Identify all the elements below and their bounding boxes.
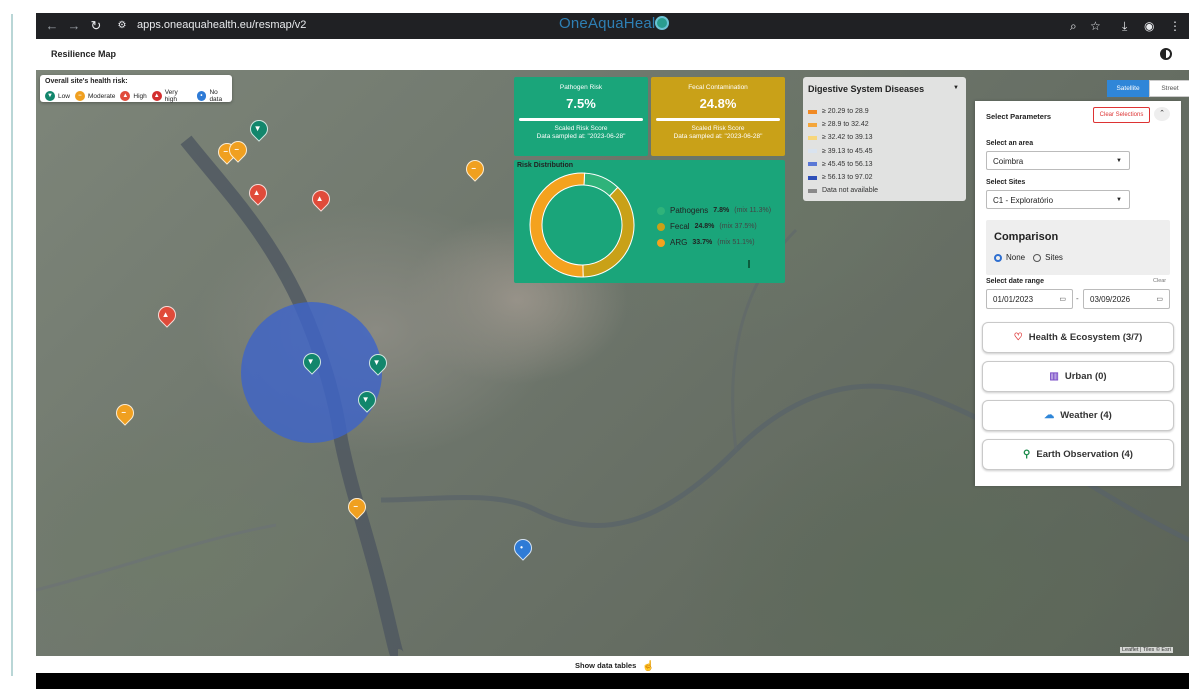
no-data-icon: • [196, 91, 207, 101]
choropleth-row: ≥ 39.13 to 45.45 [808, 145, 878, 158]
donut-slice-arg[interactable] [529, 172, 586, 278]
page-left-rule [11, 14, 13, 676]
area-select[interactable]: Coimbra ▼ [986, 151, 1130, 170]
street-button[interactable]: Street [1149, 80, 1189, 97]
category-urban-button[interactable]: ▥ Urban (0) [982, 361, 1174, 392]
parameters-panel: Select Parameters Clear Selections ⌃ Sel… [975, 101, 1181, 486]
category-earth-observation-button[interactable]: ⚲ Earth Observation (4) [982, 439, 1174, 470]
chevron-up-icon: ⌃ [1159, 110, 1165, 117]
distribution-legend: Pathogens 7.8% (mix 11.3%) Fecal 24.8% (… [657, 206, 771, 254]
date-from-input[interactable]: 01/01/2023 ▭ [986, 289, 1073, 309]
donut-slice-fecal[interactable] [582, 186, 635, 278]
reload-icon[interactable]: ↻ [88, 18, 104, 34]
card-progress-bar [519, 118, 643, 121]
map-attribution[interactable]: Leaflet | Tiles © Esri [1120, 647, 1173, 653]
distribution-row-pathogens: Pathogens 7.8% (mix 11.3%) [657, 206, 771, 215]
card-value: 7.5% [566, 96, 596, 111]
brand-logo-text: OneAquaHealth [559, 15, 669, 32]
card-progress-bar [656, 118, 780, 121]
very-high-risk-icon: ▲ [151, 91, 162, 101]
fecal-contamination-card[interactable]: Fecal Contamination 24.8% Scaled Risk Sc… [651, 77, 785, 156]
date-to-input[interactable]: 03/09/2026 ▭ [1083, 289, 1170, 309]
comparison-title: Comparison [994, 231, 1059, 243]
legend-title: Overall site's health risk: [45, 78, 128, 85]
distribution-title: Risk Distribution [517, 162, 574, 169]
comparison-sites-radio[interactable]: Sites [1033, 253, 1063, 262]
chevron-down-icon[interactable]: ▼ [953, 85, 959, 91]
choropleth-title: Digestive System Diseases [808, 84, 925, 94]
browser-menu-icon[interactable]: ⋮ [1169, 18, 1181, 34]
collapse-panel-button[interactable]: ⌃ [1154, 107, 1170, 121]
chevron-down-icon: ▼ [1116, 197, 1122, 203]
legend-item-no-data: • No data [196, 89, 232, 103]
page-title: Resilience Map [51, 49, 117, 59]
basemap-switcher: Satellite Street [1107, 80, 1189, 97]
card-sampled-date: Data sampled at: "2023-06-28" [536, 133, 626, 140]
card-title: Pathogen Risk [559, 84, 603, 91]
site-settings-icon[interactable]: ⚙ [114, 18, 130, 34]
satellite-button[interactable]: Satellite [1107, 80, 1149, 97]
choropleth-row: ≥ 28.9 to 32.42 [808, 118, 878, 131]
choropleth-legend[interactable]: Digestive System Diseases ▼ ≥ 20.29 to 2… [803, 77, 966, 201]
browser-toolbar: ← → ↻ ⚙ apps.oneaquahealth.eu/resmap/v2 … [36, 13, 1189, 39]
card-value: 24.8% [699, 96, 737, 111]
legend-item-moderate: − Moderate [74, 91, 115, 101]
legend-item-high: ▲ High [120, 91, 147, 101]
bottom-black-bar [36, 673, 1189, 689]
back-arrow-icon[interactable]: ← [44, 18, 60, 34]
legend-item-low: ▼ Low [45, 91, 70, 101]
moderate-risk-icon: − [74, 91, 85, 101]
download-icon[interactable]: ⤓ [1122, 18, 1127, 34]
risk-donut-chart [529, 172, 635, 278]
profile-icon[interactable]: ◉ [1144, 18, 1154, 34]
bookmark-star-icon[interactable]: ☆ [1090, 18, 1101, 34]
card-subtitle: Scaled Risk Score [691, 125, 745, 132]
high-risk-icon: ▲ [120, 91, 131, 101]
satellite-icon: ⚲ [1023, 449, 1031, 460]
card-subtitle: Scaled Risk Score [554, 125, 608, 132]
choropleth-row: ≥ 56.13 to 97.02 [808, 171, 878, 184]
choropleth-row: Data not available [808, 184, 878, 197]
distribution-row-fecal: Fecal 24.8% (mix 37.5%) [657, 222, 771, 231]
choropleth-row: ≥ 32.42 to 39.13 [808, 131, 878, 144]
forward-arrow-icon[interactable]: → [66, 18, 82, 34]
brand-logo-icon [655, 16, 669, 30]
card-sampled-date: Data sampled at: "2023-06-28" [673, 133, 763, 140]
choropleth-row: ≥ 45.45 to 56.13 [808, 158, 878, 171]
date-clear-link[interactable]: Clear [1153, 278, 1166, 284]
choropleth-row: ≥ 20.29 to 28.9 [808, 105, 878, 118]
zoom-icon[interactable]: ⌕ [1070, 18, 1077, 34]
pathogen-risk-card[interactable]: Pathogen Risk 7.5% Scaled Risk Score Dat… [514, 77, 648, 156]
map-canvas[interactable]: ▼ − − − ▲ ▲ ▲ ▼ ▼ ▼ − − • Overall site's… [36, 70, 1189, 656]
app-header: Resilience Map [36, 40, 1189, 70]
sites-label: Select Sites [986, 179, 1026, 186]
clear-selections-button[interactable]: Clear Selections [1093, 107, 1150, 123]
theme-toggle-icon[interactable] [1160, 48, 1172, 60]
calendar-icon[interactable]: ▭ [1059, 290, 1066, 310]
distribution-row-arg: ARG 33.7% (mix 51.1%) [657, 238, 771, 247]
legend-item-very-high: ▲ Very high [151, 89, 178, 103]
calendar-icon[interactable]: ▭ [1156, 290, 1163, 310]
date-range-label: Select date range [986, 278, 1044, 285]
area-label: Select an area [986, 140, 1034, 147]
category-health-ecosystem-button[interactable]: ♡ Health & Ecosystem (3/7) [982, 322, 1174, 353]
hand-cursor-icon: ☝ [642, 661, 655, 672]
building-icon: ▥ [1049, 371, 1059, 382]
flag-icon [748, 260, 750, 268]
chevron-down-icon: ▼ [1116, 158, 1122, 164]
date-separator: - [1076, 294, 1079, 303]
category-weather-button[interactable]: ☁ Weather (4) [982, 400, 1174, 431]
address-bar[interactable]: apps.oneaquahealth.eu/resmap/v2 [137, 19, 306, 31]
risk-distribution-panel: Risk Distribution Pathogens 7.8% (mix 11… [514, 160, 785, 283]
card-title: Fecal Contamination [688, 84, 748, 91]
sites-select[interactable]: C1 - Exploratório ▼ [986, 190, 1130, 209]
comparison-section: Comparison None Sites [986, 220, 1170, 275]
cloud-icon: ☁ [1044, 410, 1055, 421]
show-data-tables-button[interactable]: Show data tables [575, 661, 636, 670]
heart-icon: ♡ [1013, 332, 1023, 343]
panel-title: Select Parameters [986, 112, 1052, 121]
low-risk-icon: ▼ [45, 91, 55, 101]
comparison-none-radio[interactable]: None [994, 253, 1025, 262]
health-risk-legend: Overall site's health risk: ▼ Low − Modera… [40, 75, 232, 103]
